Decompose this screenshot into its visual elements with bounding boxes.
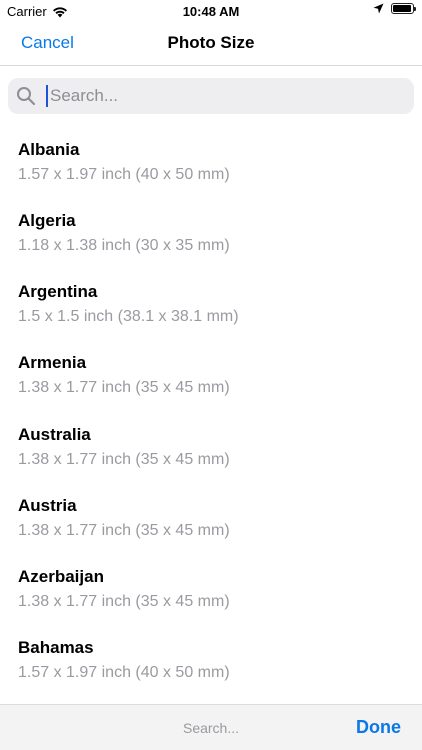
page-title: Photo Size — [167, 33, 255, 52]
list-item-armenia[interactable]: Armenia 1.38 x 1.77 inch (35 x 45 mm) — [0, 334, 422, 405]
photo-size: 1.38 x 1.77 inch (35 x 45 mm) — [18, 451, 230, 468]
country-name: Azerbaijan — [18, 567, 104, 586]
country-name: Argentina — [18, 282, 98, 301]
list-item-australia[interactable]: Australia 1.38 x 1.77 inch (35 x 45 mm) — [0, 406, 422, 477]
keyboard-toolbar: Search... Done — [0, 704, 422, 750]
list-item-austria[interactable]: Austria 1.38 x 1.77 inch (35 x 45 mm) — [0, 477, 422, 548]
done-button[interactable]: Done — [356, 717, 401, 738]
search-icon — [17, 87, 36, 106]
navigation-bar: Cancel Photo Size — [0, 22, 422, 66]
country-name: Bahamas — [18, 638, 94, 657]
search-input[interactable] — [50, 78, 400, 114]
list-item-azerbaijan[interactable]: Azerbaijan 1.38 x 1.77 inch (35 x 45 mm) — [0, 548, 422, 619]
location-arrow-icon — [373, 3, 384, 14]
country-name: Armenia — [18, 353, 87, 372]
photo-size: 1.38 x 1.77 inch (35 x 45 mm) — [18, 379, 230, 396]
country-name: Australia — [18, 425, 91, 444]
status-right — [373, 3, 416, 14]
list-item-argentina[interactable]: Argentina 1.5 x 1.5 inch (38.1 x 38.1 mm… — [0, 263, 422, 334]
photo-size: 1.38 x 1.77 inch (35 x 45 mm) — [18, 522, 230, 539]
photo-size: 1.57 x 1.97 inch (40 x 50 mm) — [18, 166, 230, 183]
photo-size: 1.38 x 1.77 inch (35 x 45 mm) — [18, 593, 230, 610]
country-name: Austria — [18, 496, 77, 515]
list-item-bahamas[interactable]: Bahamas 1.57 x 1.97 inch (40 x 50 mm) — [0, 619, 422, 690]
photo-size: 1.18 x 1.38 inch (30 x 35 mm) — [18, 237, 230, 254]
country-name: Algeria — [18, 211, 76, 230]
photo-size: 1.57 x 1.97 inch (40 x 50 mm) — [18, 664, 230, 681]
list-item-algeria[interactable]: Algeria 1.18 x 1.38 inch (30 x 35 mm) — [0, 192, 422, 263]
battery-icon — [391, 3, 416, 14]
text-cursor — [46, 85, 48, 107]
search-bar[interactable] — [8, 78, 414, 114]
photo-size: 1.5 x 1.5 inch (38.1 x 38.1 mm) — [18, 308, 239, 325]
country-name: Albania — [18, 140, 80, 159]
status-bar: Carrier 10:48 AM — [0, 0, 422, 22]
status-time: 10:48 AM — [182, 4, 240, 19]
list-item-albania[interactable]: Albania 1.57 x 1.97 inch (40 x 50 mm) — [0, 121, 422, 192]
